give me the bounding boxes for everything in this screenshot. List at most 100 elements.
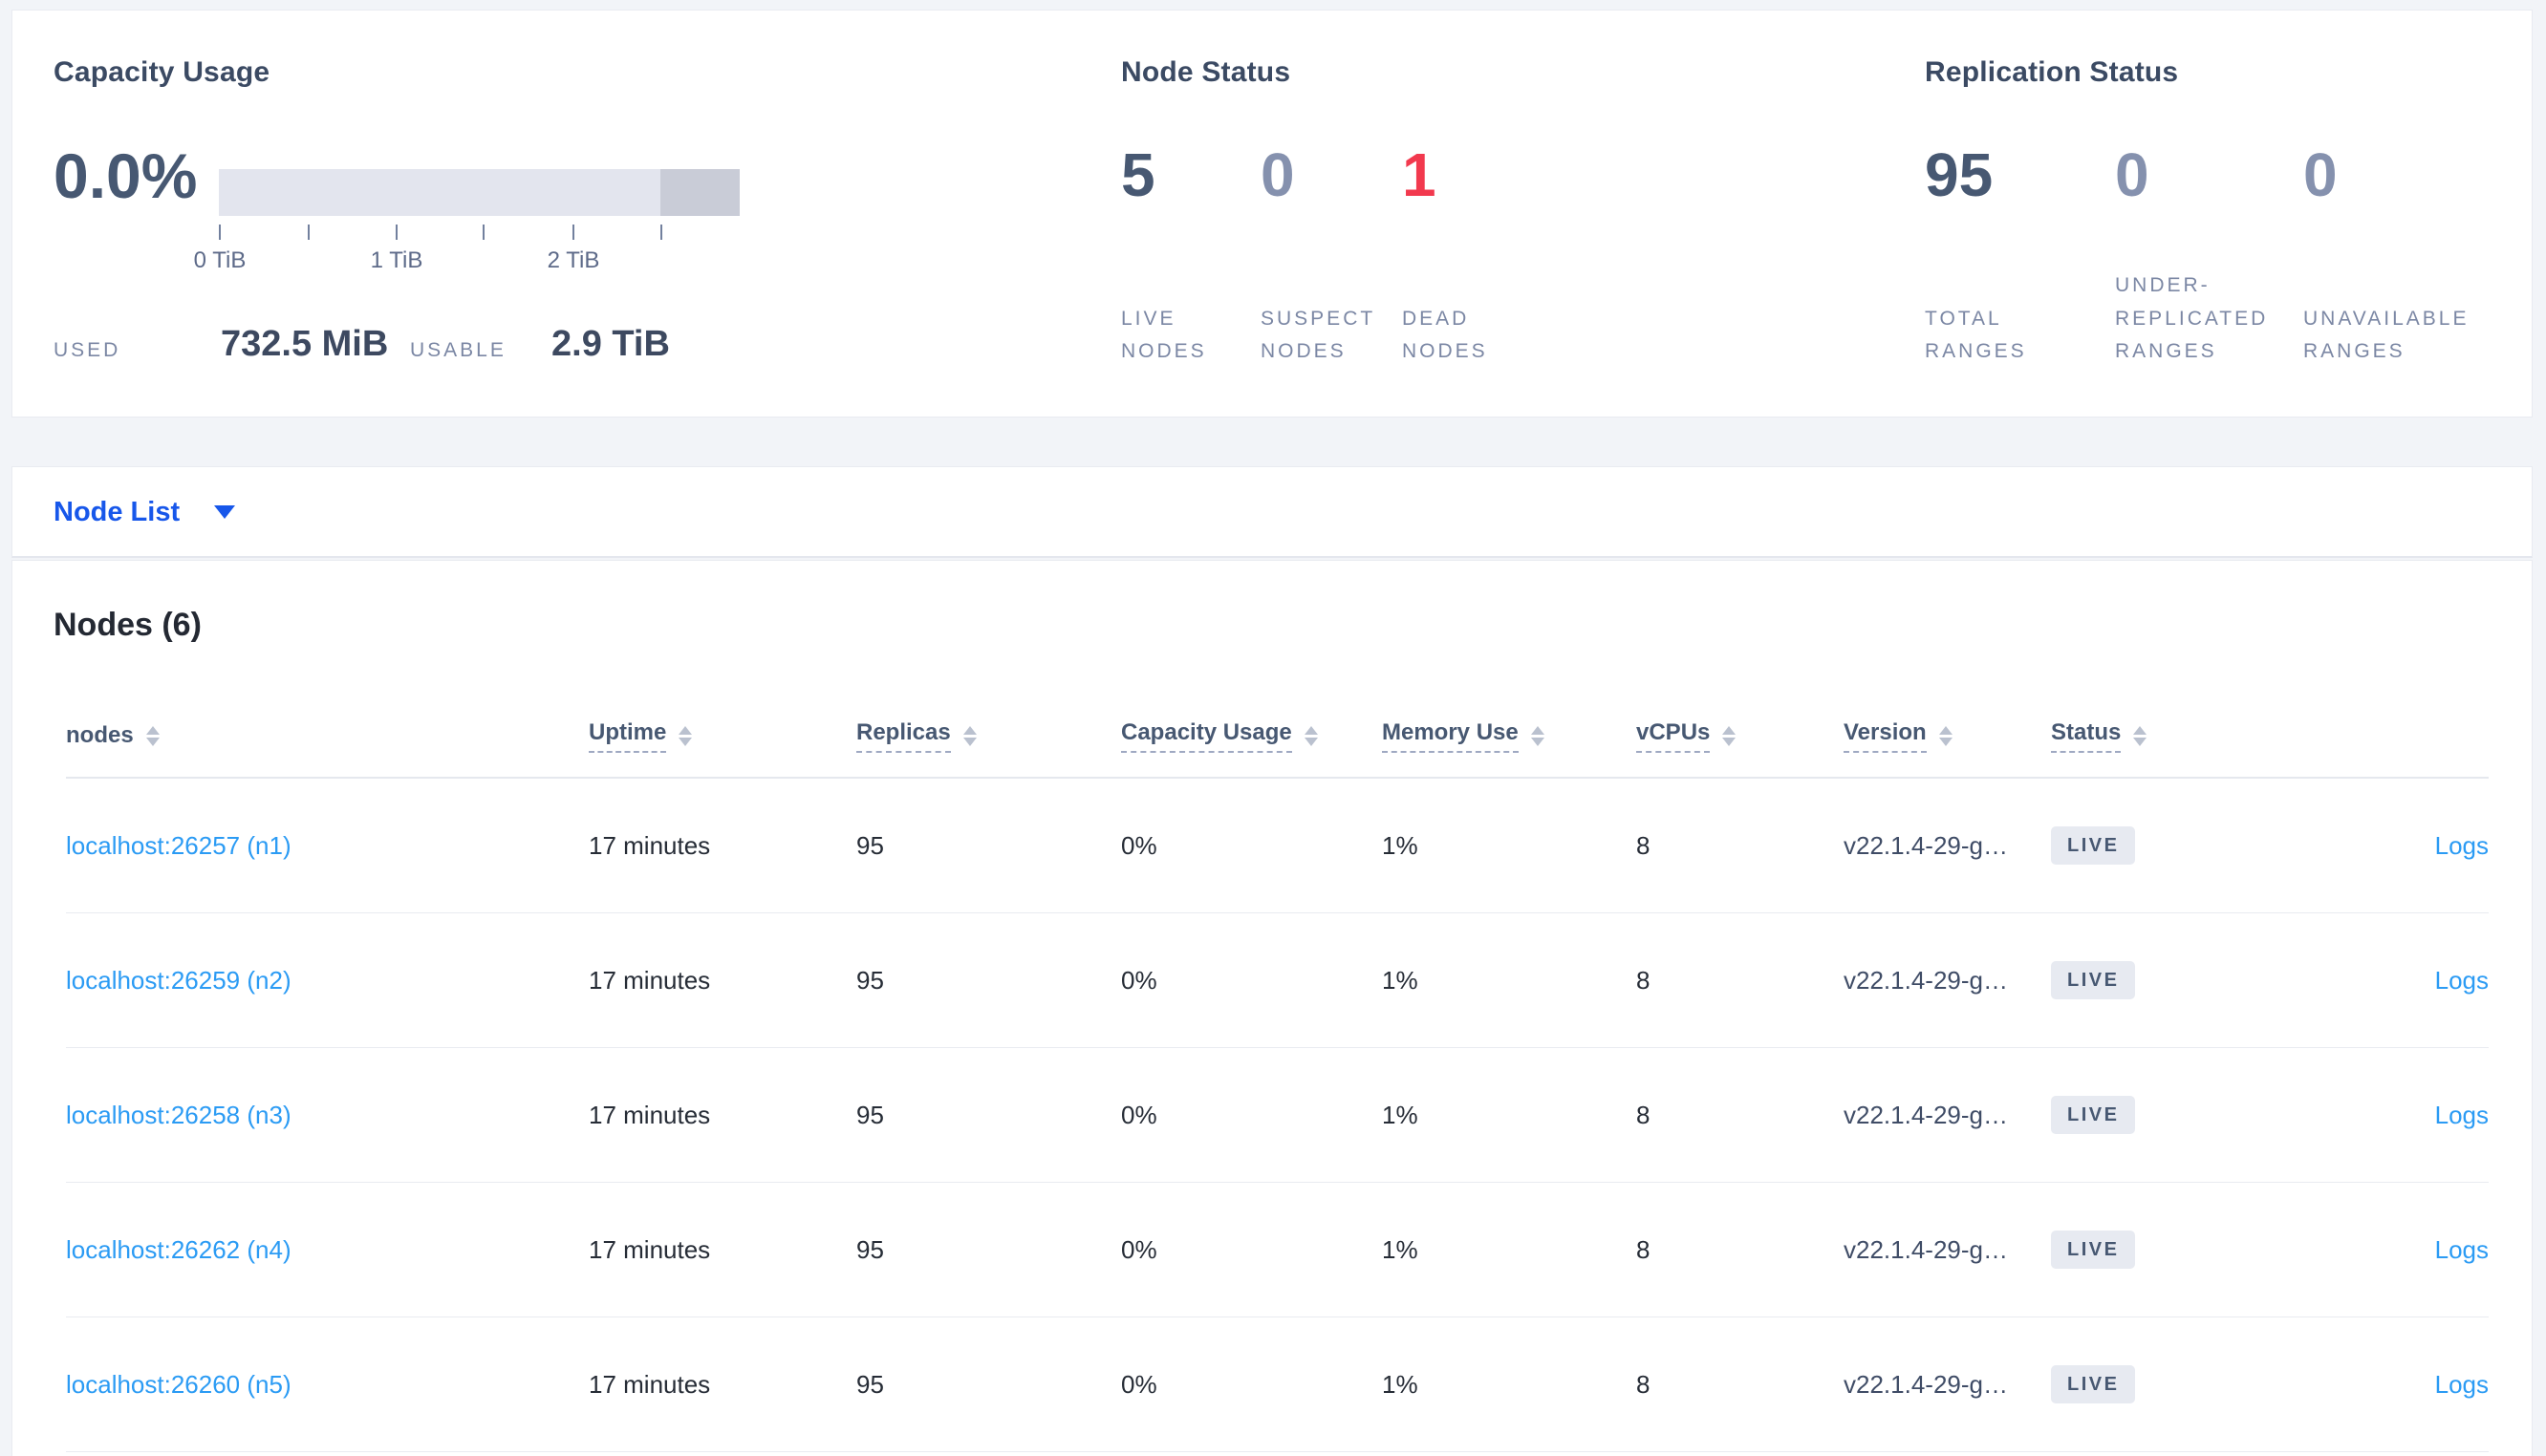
version-cell: v22.1.4-29-g… [1844,1369,2008,1399]
capacity-usage-cell: 0% [1121,1369,1157,1399]
node-link[interactable]: localhost:26257 (n1) [66,831,291,860]
capacity-bar-dark [660,169,740,216]
logs-link[interactable]: Logs [2435,966,2489,995]
vcpus-cell: 8 [1636,1369,1651,1399]
nodes-heading: Nodes (6) [54,607,202,643]
column-header-status[interactable]: Status [2051,719,2314,753]
axis-tick [660,225,662,240]
unavailable-ranges-metric: 0 UNAVAILABLE RANGES [2303,11,2494,417]
node-link[interactable]: localhost:26260 (n5) [66,1370,291,1399]
total-ranges-metric: 95 TOTAL RANGES [1925,11,2097,417]
column-header-vcpus[interactable]: vCPUs [1636,719,1844,753]
version-cell: v22.1.4-29-g… [1844,830,2008,860]
memory-use-cell: 1% [1382,1369,1418,1399]
status-badge: LIVE [2051,1365,2136,1403]
node-link[interactable]: localhost:26262 (n4) [66,1235,291,1264]
axis-tick [308,225,310,240]
capacity-usage-cell: 0% [1121,1100,1157,1129]
memory-use-cell: 1% [1382,1234,1418,1264]
vcpus-cell: 8 [1636,965,1651,995]
node-link[interactable]: localhost:26258 (n3) [66,1101,291,1129]
axis-tick [219,225,221,240]
axis-tick-label: 2 TiB [547,247,600,273]
axis-tick-label: 1 TiB [370,247,423,273]
logs-link[interactable]: Logs [2435,1370,2489,1399]
axis-tick [396,225,398,240]
dead-nodes-value: 1 [1402,140,1436,209]
vcpus-cell: 8 [1636,830,1651,860]
axis-tick [483,225,485,240]
status-badge: LIVE [2051,1231,2136,1269]
uptime-cell: 17 minutes [589,830,711,860]
status-badge: LIVE [2051,961,2136,999]
suspect-nodes-label: SUSPECT NODES [1261,307,1376,363]
axis-tick [572,225,574,240]
column-header-memory-use[interactable]: Memory Use [1382,719,1636,753]
sort-icon [145,725,160,746]
column-header-uptime[interactable]: Uptime [589,719,856,753]
usable-value: 2.9 TiB [551,324,670,364]
table-row: localhost:26260 (n5) 17 minutes 95 0% 1%… [66,1317,2489,1452]
column-header-replicas[interactable]: Replicas [856,719,1121,753]
live-nodes-metric: 5 LIVE NODES [1121,11,1255,417]
version-cell: v22.1.4-29-g… [1844,1234,2008,1264]
capacity-usage-title: Capacity Usage [54,56,270,88]
sort-icon [1938,725,1953,746]
chevron-down-icon [214,505,236,519]
used-label: USED [54,339,121,361]
memory-use-cell: 1% [1382,965,1418,995]
uptime-cell: 17 minutes [589,1100,711,1129]
capacity-bar-light [219,169,661,216]
live-nodes-value: 5 [1121,140,1155,209]
sort-icon [962,725,977,746]
view-selector-bar: Node List [11,466,2533,558]
logs-link[interactable]: Logs [2435,831,2489,860]
suspect-nodes-value: 0 [1261,140,1295,209]
nodes-panel: Nodes (6) nodes Uptime Replicas Capacity… [11,560,2533,1456]
replicas-cell: 95 [856,965,884,995]
memory-use-cell: 1% [1382,830,1418,860]
dead-nodes-metric: 1 DEAD NODES [1402,11,1536,417]
status-badge: LIVE [2051,826,2136,865]
logs-link[interactable]: Logs [2435,1101,2489,1129]
sort-icon [1530,725,1544,746]
vcpus-cell: 8 [1636,1234,1651,1264]
node-link[interactable]: localhost:26259 (n2) [66,966,291,995]
version-cell: v22.1.4-29-g… [1844,965,2008,995]
table-row: localhost:26262 (n4) 17 minutes 95 0% 1%… [66,1183,2489,1317]
uptime-cell: 17 minutes [589,965,711,995]
replicas-cell: 95 [856,1234,884,1264]
capacity-usage-cell: 0% [1121,1234,1157,1264]
table-row: localhost:26257 (n1) 17 minutes 95 0% 1%… [66,779,2489,913]
column-header-capacity-usage[interactable]: Capacity Usage [1121,719,1382,753]
uptime-cell: 17 minutes [589,1234,711,1264]
sort-icon [2133,725,2147,746]
nodes-table: nodes Uptime Replicas Capacity Usage Mem… [66,695,2489,1452]
capacity-usage-cell: 0% [1121,965,1157,995]
suspect-nodes-metric: 0 SUSPECT NODES [1261,11,1394,417]
capacity-percent: 0.0% [54,140,198,211]
live-nodes-label: LIVE NODES [1121,307,1207,363]
capacity-usage-cell: 0% [1121,830,1157,860]
under-replicated-ranges-value: 0 [2115,140,2149,209]
node-list-dropdown-label: Node List [54,496,181,527]
version-cell: v22.1.4-29-g… [1844,1100,2008,1129]
column-header-version[interactable]: Version [1844,719,2051,753]
used-value: 732.5 MiB [221,324,389,364]
table-row: localhost:26259 (n2) 17 minutes 95 0% 1%… [66,913,2489,1048]
dead-nodes-label: DEAD NODES [1402,307,1488,363]
under-replicated-ranges-label: UNDER- REPLICATED RANGES [2115,274,2269,363]
unavailable-ranges-label: UNAVAILABLE RANGES [2303,307,2470,363]
under-replicated-ranges-metric: 0 UNDER- REPLICATED RANGES [2115,11,2297,417]
memory-use-cell: 1% [1382,1100,1418,1129]
table-row: localhost:26258 (n3) 17 minutes 95 0% 1%… [66,1048,2489,1183]
total-ranges-value: 95 [1925,140,1994,209]
capacity-bar [219,169,740,216]
column-header-nodes[interactable]: nodes [66,722,589,749]
cluster-summary-card: Capacity Usage 0.0% 0 TiB 1 TiB 2 TiB US… [11,10,2533,418]
node-list-dropdown[interactable]: Node List [54,467,236,557]
logs-link[interactable]: Logs [2435,1235,2489,1264]
sort-icon [1304,725,1318,746]
replicas-cell: 95 [856,830,884,860]
unavailable-ranges-value: 0 [2303,140,2338,209]
